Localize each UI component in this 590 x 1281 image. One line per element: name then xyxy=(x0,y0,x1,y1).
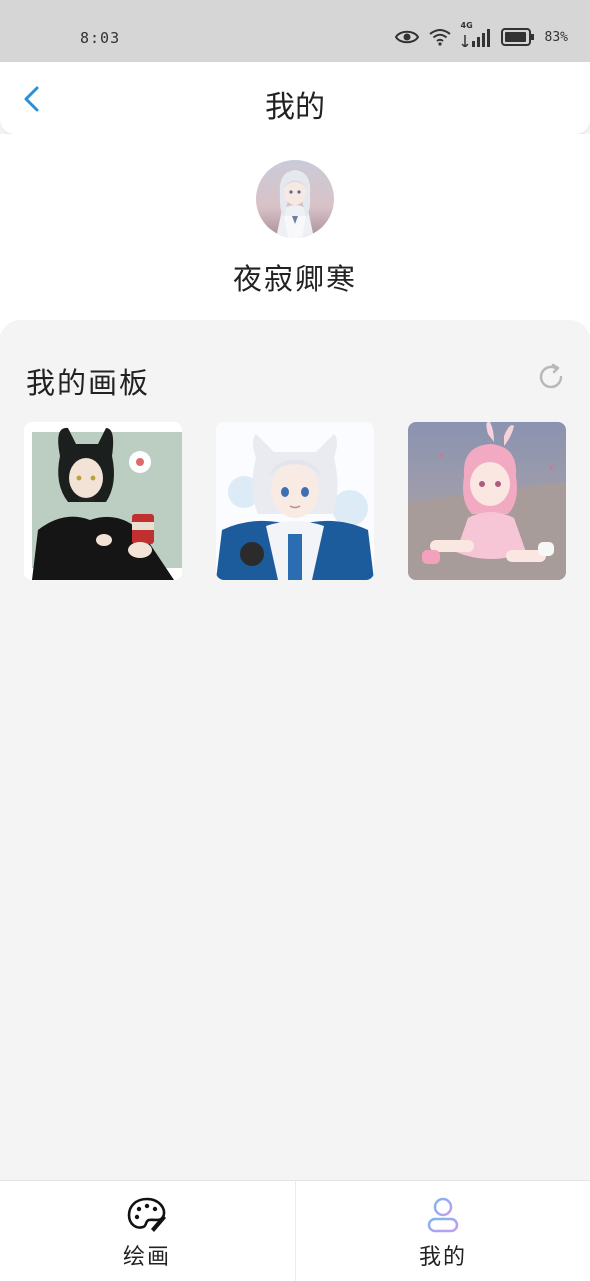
battery-percentage: 83% xyxy=(544,29,568,45)
board-thumbnail-1[interactable] xyxy=(24,422,182,580)
tab-mine[interactable]: 我的 xyxy=(295,1181,590,1281)
my-boards-title: 我的画板 xyxy=(26,366,151,400)
user-icon xyxy=(423,1195,463,1235)
board-image-3 xyxy=(408,422,566,580)
board-thumbnail-2[interactable] xyxy=(216,422,374,580)
tab-draw-label: 绘画 xyxy=(122,1245,171,1270)
wifi-icon xyxy=(428,28,451,46)
tab-mine-label: 我的 xyxy=(418,1245,467,1270)
my-boards-panel: 我的画板 xyxy=(0,320,590,1180)
battery-icon xyxy=(500,28,535,46)
board-image-1 xyxy=(24,422,182,580)
board-thumbnail-3[interactable] xyxy=(408,422,566,580)
status-icons: 4G 83% xyxy=(394,21,568,50)
refresh-icon xyxy=(539,363,563,389)
bottom-tab-bar: 绘画 我的 xyxy=(0,1180,590,1281)
status-time: 8:03 xyxy=(80,29,121,47)
palette-icon xyxy=(127,1195,167,1235)
page-title: 我的 xyxy=(265,90,325,125)
username: 夜寂卿寒 xyxy=(232,262,357,296)
profile-section: 夜寂卿寒 xyxy=(0,134,590,334)
signal-icon: 4G xyxy=(461,21,491,47)
network-type: 4G xyxy=(460,21,473,30)
top-app-bar: 我的 xyxy=(0,62,590,134)
board-image-2 xyxy=(216,422,374,580)
status-bar: 8:03 4G 83% xyxy=(0,0,590,62)
avatar[interactable] xyxy=(256,160,334,238)
tab-draw[interactable]: 绘画 xyxy=(0,1181,294,1281)
refresh-button[interactable] xyxy=(536,362,566,392)
eye-icon xyxy=(394,29,419,45)
